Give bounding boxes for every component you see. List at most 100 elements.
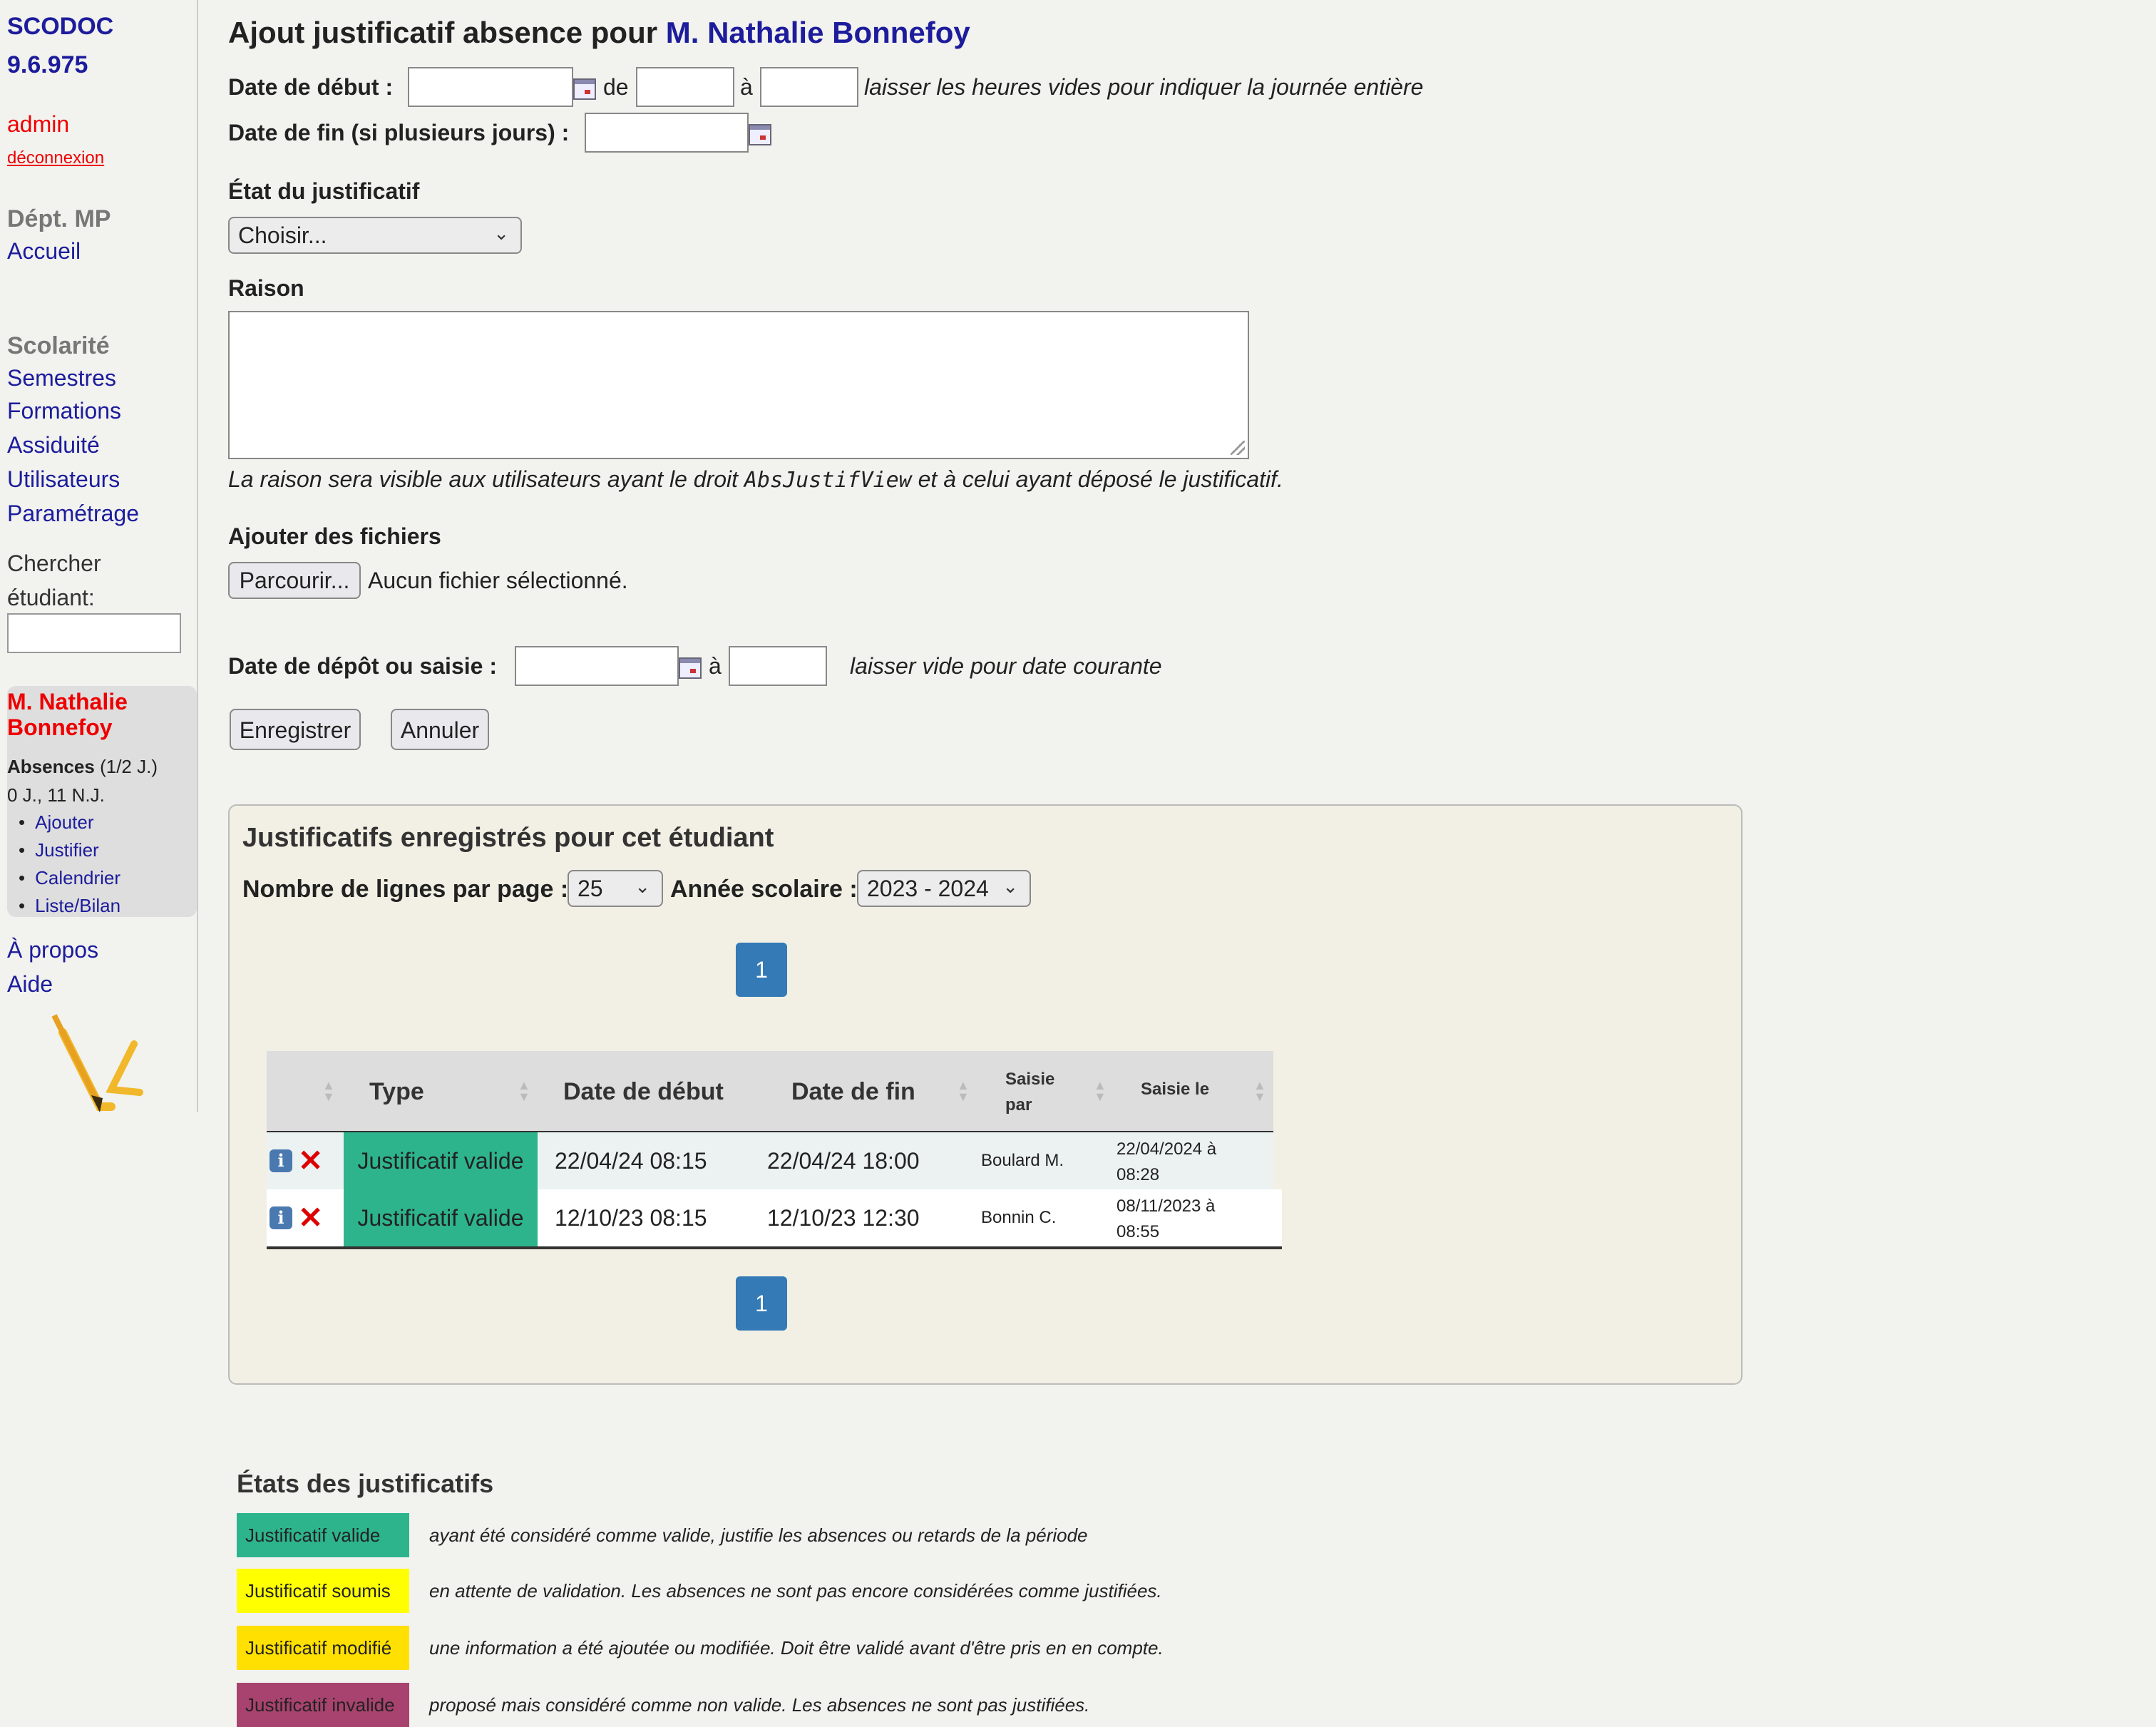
delete-icon[interactable]: ✕ — [298, 1203, 323, 1233]
depot-heure-input[interactable] — [729, 646, 827, 686]
col-date-debut[interactable]: Date de début — [563, 1078, 724, 1106]
nav-semestres[interactable]: Semestres — [7, 365, 116, 391]
info-icon[interactable]: i — [270, 1149, 292, 1172]
sort-icon[interactable]: ▲ ▼ — [518, 1079, 530, 1103]
de-label: de — [603, 74, 629, 100]
calendar-icon[interactable] — [679, 657, 702, 679]
col-saisie-le[interactable]: Saisie le — [1141, 1080, 1209, 1100]
files-label: Ajouter des fichiers — [228, 523, 441, 549]
student-list-link[interactable]: Liste/Bilan — [19, 892, 120, 920]
logo-icon[interactable] — [48, 1010, 151, 1115]
chevron-down-icon: ⌄ — [1002, 876, 1018, 897]
logout-link[interactable]: déconnexion — [7, 148, 104, 168]
sort-icon[interactable]: ▲ ▼ — [1253, 1079, 1266, 1103]
page-root: SCODOC 9.6.975 admin déconnexion Dépt. M… — [0, 0, 2156, 1727]
nav-formations[interactable]: Formations — [7, 398, 121, 424]
sort-icon[interactable]: ▲ ▼ — [1094, 1079, 1107, 1103]
raison-hint: La raison sera visible aux utilisateurs … — [228, 466, 1283, 493]
col-date-fin[interactable]: Date de fin — [791, 1078, 915, 1106]
permission-code: AbsJustifView — [744, 468, 912, 493]
date-fin-label: Date de fin (si plusieurs jours) : — [228, 120, 570, 145]
browse-button[interactable]: Parcourir... — [228, 562, 361, 599]
year-select[interactable]: 2023 - 2024 ⌄ — [857, 870, 1031, 907]
type-cell: Justificatif valide — [344, 1189, 538, 1246]
table-header: ▲ ▼ Type ▲ ▼ Date de début Date de fin ▲ ▼ … — [267, 1051, 1273, 1132]
heure-fin-input[interactable] — [760, 67, 858, 107]
nav-utilisateurs[interactable]: Utilisateurs — [7, 466, 120, 493]
sort-icon[interactable]: ▲ ▼ — [957, 1079, 970, 1103]
etat-select-value: Choisir... — [238, 222, 327, 248]
legend-title: États des justificatifs — [237, 1469, 494, 1498]
nav-assiduite[interactable]: Assiduité — [7, 432, 100, 458]
app-version[interactable]: 9.6.975 — [7, 46, 88, 84]
delete-icon[interactable]: ✕ — [298, 1146, 323, 1176]
student-calendar-link[interactable]: Calendrier — [19, 864, 120, 892]
legend-modifie-text: une information a été ajoutée ou modifié… — [429, 1637, 1164, 1659]
info-icon[interactable]: i — [270, 1206, 292, 1229]
legend-modifie-badge: Justificatif modifié — [237, 1626, 409, 1670]
app-name[interactable]: SCODOC — [7, 7, 113, 46]
scolarite-heading: Scolarité — [7, 332, 110, 359]
absences-label: Absences (1/2 J.) — [7, 756, 158, 778]
saisie-le-time: 08:55 — [1116, 1222, 1160, 1241]
saisie-le-cell: 22/04/2024 à 08:28 — [1116, 1137, 1216, 1188]
pagination-page-top[interactable]: 1 — [736, 943, 787, 997]
calendar-icon[interactable] — [573, 78, 596, 100]
help-link[interactable]: Aide — [7, 971, 53, 998]
raison-textarea[interactable] — [228, 311, 1249, 459]
rows-per-page-select[interactable]: 25 ⌄ — [568, 870, 663, 907]
legend-valide-text: ayant été considéré comme valide, justif… — [429, 1524, 1088, 1546]
heure-debut-input[interactable] — [636, 67, 734, 107]
saisie-le-time: 08:28 — [1116, 1165, 1160, 1184]
search-label-2: étudiant: — [7, 585, 95, 610]
about-link[interactable]: À propos — [7, 937, 98, 963]
student-add-link[interactable]: Ajouter — [19, 809, 120, 836]
absences-title: Absences — [7, 756, 95, 777]
date-fin-cell: 12/10/23 12:30 — [767, 1205, 920, 1231]
date-debut-input[interactable] — [408, 67, 573, 107]
raison-label: Raison — [228, 275, 304, 301]
depot-date-input[interactable] — [515, 646, 679, 686]
student-search-input[interactable] — [7, 613, 181, 653]
legend-invalide-text: proposé mais considéré comme non valide.… — [429, 1694, 1090, 1716]
col-saisie-par[interactable]: Saisie par — [1005, 1067, 1062, 1118]
page-title: Ajout justificatif absence pour M. Natha… — [228, 16, 970, 50]
save-button[interactable]: Enregistrer — [230, 709, 361, 750]
legend-invalide-badge: Justificatif invalide — [237, 1683, 409, 1727]
sidebar: SCODOC 9.6.975 admin déconnexion Dépt. M… — [0, 0, 198, 1112]
date-debut-cell: 22/04/24 08:15 — [555, 1148, 707, 1174]
depot-label: Date de dépôt ou saisie : — [228, 653, 497, 679]
saisie-le-date: 08/11/2023 à — [1116, 1196, 1216, 1216]
depot-hint: laisser vide pour date courante — [850, 653, 1162, 679]
date-debut-cell: 12/10/23 08:15 — [555, 1205, 707, 1231]
nav-parametrage[interactable]: Paramétrage — [7, 501, 139, 527]
date-fin-input[interactable] — [585, 113, 749, 153]
chevron-down-icon: ⌄ — [493, 222, 509, 244]
date-fin-cell: 22/04/24 18:00 — [767, 1148, 920, 1174]
year-label: Année scolaire : — [670, 876, 858, 903]
pagination-page-bottom[interactable]: 1 — [736, 1276, 787, 1331]
student-name-title-link[interactable]: M. Nathalie Bonnefoy — [666, 16, 970, 49]
raison-hint-end: et à celui ayant déposé le justificatif. — [918, 466, 1283, 492]
no-file-text: Aucun fichier sélectionné. — [368, 568, 628, 593]
calendar-icon[interactable] — [749, 124, 771, 145]
type-cell: Justificatif valide — [344, 1132, 538, 1189]
absences-unit: (1/2 J.) — [100, 756, 158, 777]
sort-icon[interactable]: ▲ ▼ — [322, 1079, 335, 1103]
cancel-button[interactable]: Annuler — [391, 709, 489, 750]
chevron-down-icon: ⌄ — [635, 876, 650, 897]
student-name-link[interactable]: M. Nathalie Bonnefoy — [7, 689, 178, 740]
user-link[interactable]: admin — [7, 111, 69, 138]
year-value: 2023 - 2024 — [867, 876, 989, 901]
etat-select[interactable]: Choisir... ⌄ — [228, 217, 522, 254]
col-type[interactable]: Type — [369, 1078, 424, 1106]
date-debut-label: Date de début : — [228, 74, 394, 100]
justifs-title: Justificatifs enregistrés pour cet étudi… — [242, 823, 774, 853]
student-justify-link[interactable]: Justifier — [19, 836, 120, 864]
saisie-le-date: 22/04/2024 à — [1116, 1139, 1217, 1159]
hours-hint: laisser les heures vides pour indiquer l… — [864, 74, 1424, 100]
legend-soumis-badge: Justificatif soumis — [237, 1569, 409, 1613]
rows-per-page-value: 25 — [578, 876, 603, 901]
depot-a-label: à — [709, 653, 722, 679]
home-link[interactable]: Accueil — [7, 238, 81, 265]
